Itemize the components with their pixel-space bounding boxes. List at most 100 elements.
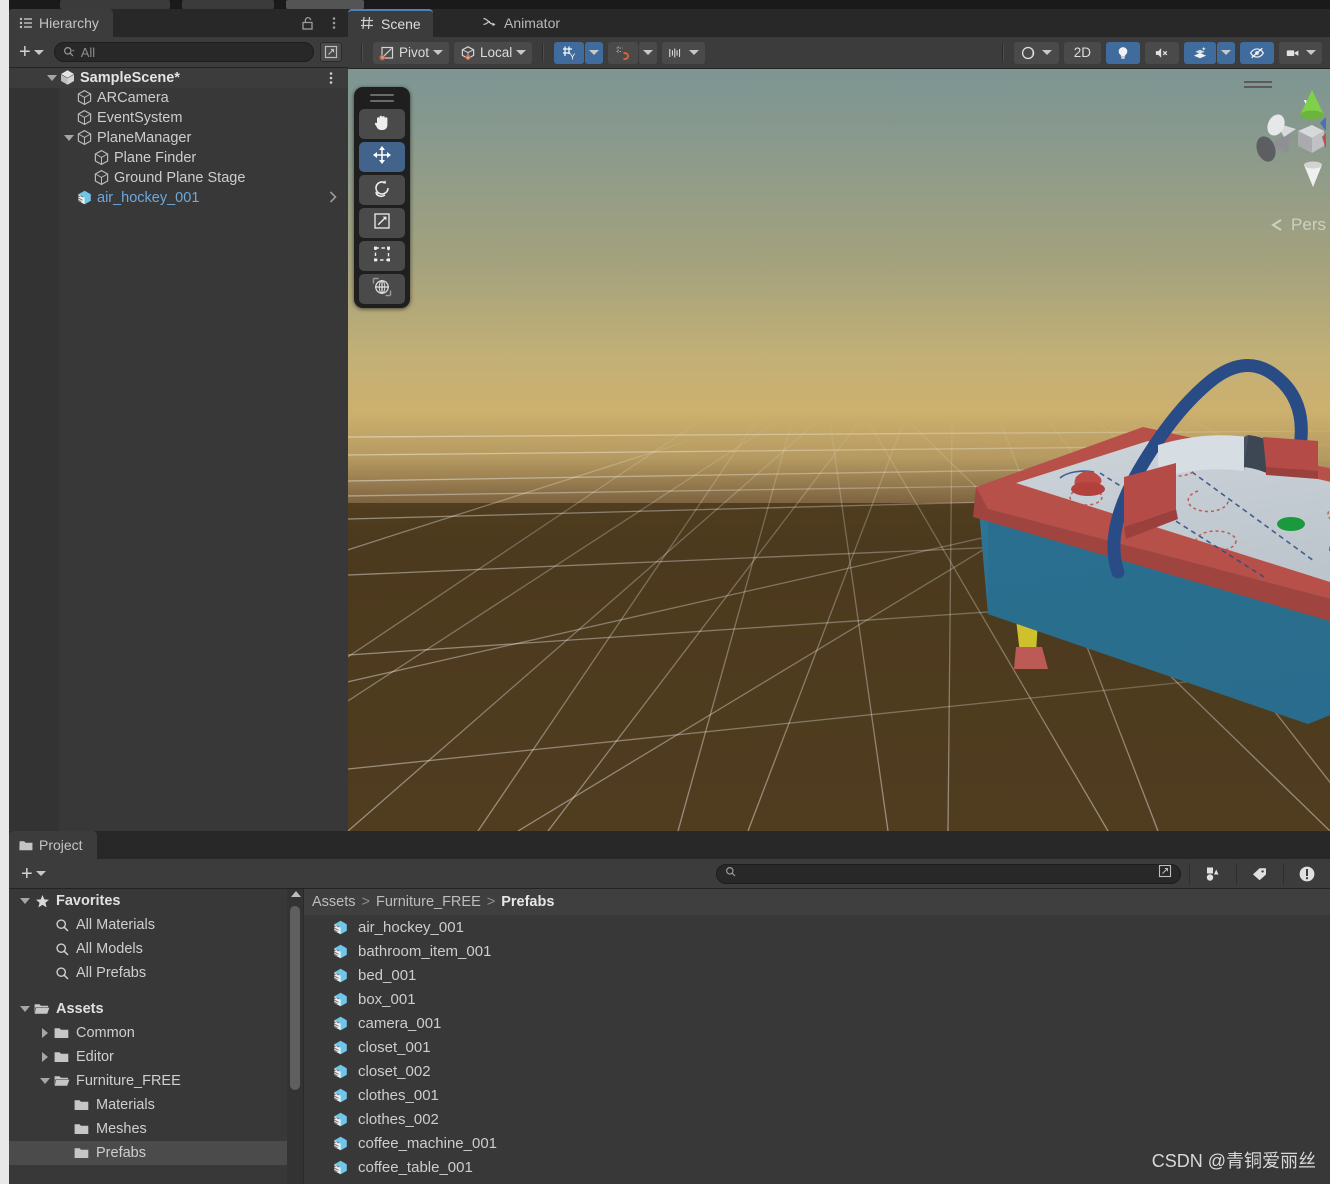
scroll-up-arrow-icon[interactable] xyxy=(291,891,301,897)
pivot-mode-button[interactable]: Pivot xyxy=(373,41,450,64)
grid-axis-y-button[interactable]: Y xyxy=(554,41,585,64)
gizmo-projection-label[interactable]: Pers xyxy=(1269,215,1326,235)
hierarchy-row-air-hockey-001[interactable]: air_hockey_001 xyxy=(9,188,348,208)
asset-row-closet_002[interactable]: closet_002 xyxy=(304,1059,1330,1083)
animator-icon xyxy=(482,15,497,32)
warning-button[interactable] xyxy=(1292,863,1322,885)
hierarchy-tree: SampleScene* ARCamera EventSystem PlaneM… xyxy=(9,68,348,831)
label-tag-button[interactable] xyxy=(1245,863,1275,885)
chevron-right-icon[interactable] xyxy=(328,190,338,207)
project-tree-row-all-prefabs[interactable]: All Prefabs xyxy=(9,961,303,985)
breadcrumb-part-furniture[interactable]: Furniture_FREE xyxy=(376,894,481,910)
handle-space-button[interactable]: Local xyxy=(454,41,533,64)
prefab-icon xyxy=(330,991,350,1008)
tab-scene[interactable]: Scene xyxy=(348,9,433,37)
increment-snap-button[interactable] xyxy=(662,41,706,64)
project-add-button[interactable]: + xyxy=(17,864,50,884)
tab-scene-label: Scene xyxy=(381,16,421,32)
hierarchy-expand-window-icon[interactable] xyxy=(320,42,342,62)
scene-camera-button[interactable] xyxy=(1279,41,1322,64)
hierarchy-row-arcamera[interactable]: ARCamera xyxy=(9,88,348,108)
hierarchy-row-eventsystem[interactable]: EventSystem xyxy=(9,108,348,128)
drag-handle[interactable] xyxy=(370,94,394,102)
magnet-snap-dropdown[interactable] xyxy=(639,41,658,64)
project-expand-window-icon[interactable] xyxy=(1158,864,1172,883)
asset-filter-button[interactable] xyxy=(1198,863,1228,885)
scene-fx-dropdown[interactable] xyxy=(1217,41,1235,64)
kebab-menu-icon[interactable] xyxy=(326,15,342,31)
lock-open-icon[interactable] xyxy=(300,15,316,31)
toolbar-separator xyxy=(361,43,363,62)
asset-row-air_hockey_001[interactable]: air_hockey_001 xyxy=(304,915,1330,939)
grid-axis-y-icon: Y xyxy=(561,45,577,61)
project-tree-row-editor[interactable]: Editor xyxy=(9,1045,303,1069)
hand-tool-button[interactable] xyxy=(359,109,405,139)
asset-row-clothes_001[interactable]: clothes_001 xyxy=(304,1083,1330,1107)
project-tree-row-all-materials[interactable]: All Materials xyxy=(9,913,303,937)
hierarchy-tab-actions xyxy=(300,9,342,37)
asset-row-clothes_002[interactable]: clothes_002 xyxy=(304,1107,1330,1131)
breadcrumb-separator: > xyxy=(361,894,370,910)
scene-lighting-button[interactable] xyxy=(1106,41,1140,64)
transform-tool-button[interactable] xyxy=(359,274,405,304)
hierarchy-list-icon xyxy=(19,16,33,30)
project-tree: Favorites All Materials All Models All P… xyxy=(9,889,304,1184)
breadcrumb-part-assets[interactable]: Assets xyxy=(312,894,356,910)
project-tree-row-assets[interactable]: Assets xyxy=(9,997,303,1021)
scene-view-gizmo[interactable]: y xyxy=(1226,75,1326,234)
increment-snap-icon xyxy=(668,45,684,61)
scene-visibility-button[interactable] xyxy=(1240,41,1274,64)
gizmo-collapse-icon[interactable] xyxy=(1244,81,1272,88)
scrollbar-thumb[interactable] xyxy=(290,906,300,1090)
draw-mode-button[interactable] xyxy=(1013,41,1059,64)
expand-triangle-right-icon[interactable] xyxy=(37,1028,53,1038)
kebab-menu-icon[interactable] xyxy=(324,70,338,90)
asset-row-closet_001[interactable]: closet_001 xyxy=(304,1035,1330,1059)
scale-tool-button[interactable] xyxy=(359,208,405,238)
expand-triangle-down-icon[interactable] xyxy=(45,71,59,85)
asset-row-box_001[interactable]: box_001 xyxy=(304,987,1330,1011)
rotate-tool-button[interactable] xyxy=(359,175,405,205)
project-tree-row-materials[interactable]: Materials xyxy=(9,1093,303,1117)
2d-toggle-button[interactable]: 2D xyxy=(1063,41,1101,64)
hierarchy-add-button[interactable]: + xyxy=(15,42,48,62)
hierarchy-row-plane-finder[interactable]: Plane Finder xyxy=(9,148,348,168)
grid-snap-dropdown[interactable] xyxy=(585,41,604,64)
project-tree-row-meshes[interactable]: Meshes xyxy=(9,1117,303,1141)
magnet-snap-button[interactable] xyxy=(608,41,639,64)
project-tree-row-prefabs[interactable]: Prefabs xyxy=(9,1141,303,1165)
hierarchy-row-ground-plane-stage[interactable]: Ground Plane Stage xyxy=(9,168,348,188)
pivot-mode-label: Pivot xyxy=(399,45,430,60)
expand-triangle-right-icon[interactable] xyxy=(37,1052,53,1062)
scene-audio-button[interactable] xyxy=(1145,41,1179,64)
hierarchy-row-planemanager[interactable]: PlaneManager xyxy=(9,128,348,148)
asset-row-camera_001[interactable]: camera_001 xyxy=(304,1011,1330,1035)
tab-project[interactable]: Project xyxy=(9,831,97,859)
project-tree-row-common[interactable]: Common xyxy=(9,1021,303,1045)
project-tree-scrollbar[interactable] xyxy=(287,889,303,1184)
expand-triangle-down-icon[interactable] xyxy=(17,1006,33,1012)
asset-row-bed_001[interactable]: bed_001 xyxy=(304,963,1330,987)
scene-toolbar: Pivot Local Y 2D xyxy=(348,37,1330,69)
scene-viewport[interactable]: y xyxy=(348,69,1330,831)
hierarchy-row-samplescene[interactable]: SampleScene* xyxy=(9,68,348,88)
project-tree-row-all-models[interactable]: All Models xyxy=(9,937,303,961)
project-tree-row-favorites[interactable]: Favorites xyxy=(9,889,303,913)
move-tool-button[interactable] xyxy=(359,142,405,172)
project-tree-row-furniture-free[interactable]: Furniture_FREE xyxy=(9,1069,303,1093)
rect-tool-button[interactable] xyxy=(359,241,405,271)
scene-visibility-icon xyxy=(1249,45,1265,61)
hierarchy-search-input[interactable]: All xyxy=(53,42,314,62)
asset-row-bathroom_item_001[interactable]: bathroom_item_001 xyxy=(304,939,1330,963)
expand-triangle-down-icon[interactable] xyxy=(37,1078,53,1084)
tab-hierarchy[interactable]: Hierarchy xyxy=(9,9,113,37)
hierarchy-row-label: ARCamera xyxy=(97,90,169,106)
expand-triangle-down-icon[interactable] xyxy=(62,131,76,145)
project-search-input[interactable] xyxy=(716,863,1181,884)
tab-animator[interactable]: Animator xyxy=(470,9,572,37)
scene-fx-button[interactable] xyxy=(1184,41,1216,64)
breadcrumb-part-prefabs[interactable]: Prefabs xyxy=(501,894,554,910)
expand-triangle-down-icon[interactable] xyxy=(17,898,33,904)
gameobject-cube-icon xyxy=(76,129,94,147)
expand-triangle-placeholder xyxy=(62,191,76,205)
